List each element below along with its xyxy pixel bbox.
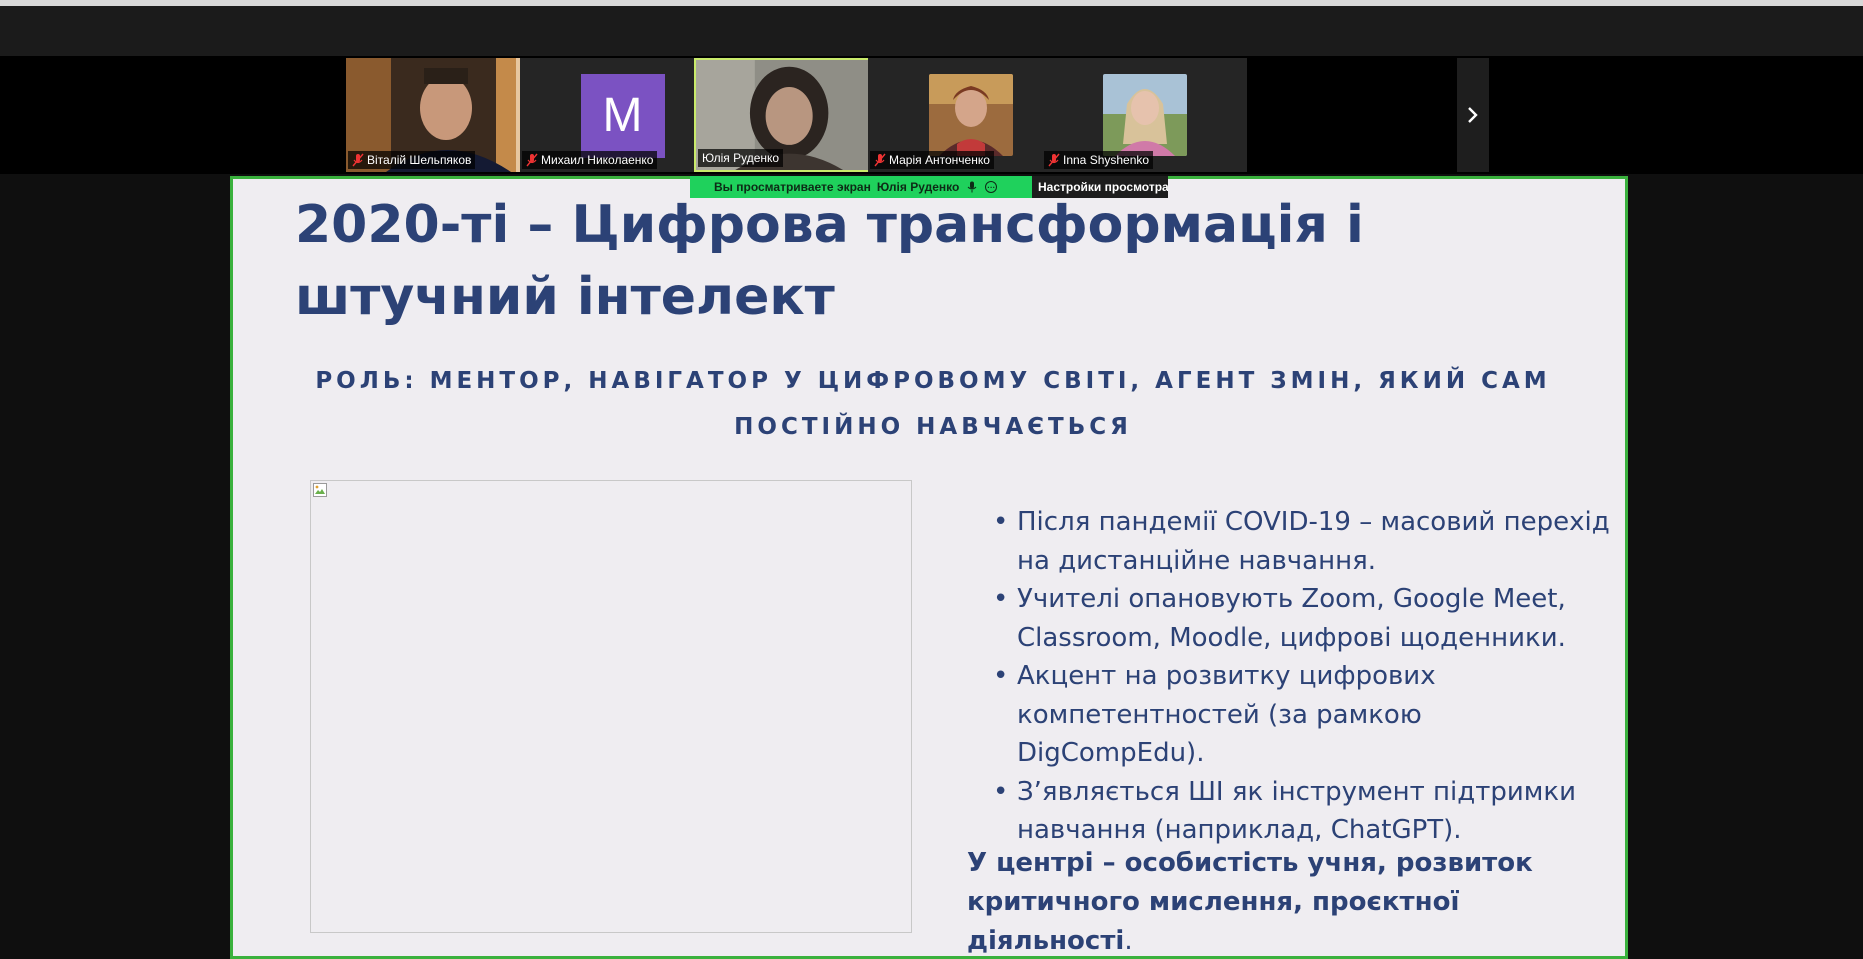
broken-image-placeholder	[310, 480, 912, 933]
avatar: M	[580, 74, 665, 158]
participant-name: Юлія Руденко	[702, 151, 780, 165]
participant-nameplate: Юлія Руденко	[698, 149, 784, 167]
meeting-top-bar	[0, 6, 1863, 56]
mic-muted-icon	[874, 153, 886, 167]
shared-screen: 2020-ті – Цифрова трансформація і штучни…	[230, 176, 1628, 959]
participant-tile[interactable]: Inna Shyshenko	[1042, 58, 1247, 172]
participant-nameplate: Михаил Николаенко	[522, 151, 658, 169]
participant-nameplate: Віталій Шельпяков	[348, 151, 476, 169]
participant-video	[1102, 74, 1187, 156]
mic-icon	[967, 181, 977, 193]
share-banner-text: Вы просматриваете экран	[714, 180, 871, 194]
slide-conclusion: У центрі – особистість учня, розвиток кр…	[967, 844, 1597, 956]
slide-title: 2020-ті – Цифрова трансформація і штучни…	[295, 195, 1364, 327]
participant-video	[928, 74, 1013, 156]
broken-image-icon	[313, 483, 327, 497]
more-options-icon[interactable]: ···	[985, 181, 998, 193]
slide-bullet: Акцент на розвитку цифрових компетентнос…	[993, 657, 1613, 773]
slide-bullet-list: Після пандемії COVID-19 – масовий перехі…	[993, 503, 1613, 850]
next-participants-button[interactable]	[1457, 58, 1489, 172]
slide-subtitle: РОЛЬ: МЕНТОР, НАВІГАТОР У ЦИФРОВОМУ СВІТ…	[315, 368, 1551, 440]
participant-name: Inna Shyshenko	[1063, 153, 1150, 167]
participant-name: Марія Антонченко	[889, 153, 990, 167]
participant-name: Михаил Николаенко	[541, 153, 654, 167]
share-banner-presenter: Юлія Руденко	[876, 180, 960, 194]
view-options-button[interactable]: Настройки просмотра	[1032, 176, 1168, 198]
slide-bullet: З’являється ШІ як інструмент підтримки н…	[993, 773, 1613, 850]
participant-strip: Віталій Шельпяков M Михаил Николаенко Юл…	[0, 56, 1863, 174]
slide-bullet: Учителі опановують Zoom, Google Meet, Cl…	[993, 580, 1613, 657]
participant-nameplate: Марія Антонченко	[870, 151, 994, 169]
screen-share-banner: Вы просматриваете экран Юлія Руденко ···…	[690, 176, 1168, 198]
slide-conclusion-text: У центрі – особистість учня, розвиток кр…	[967, 848, 1533, 956]
mic-muted-icon	[1048, 153, 1060, 167]
participant-nameplate: Inna Shyshenko	[1044, 151, 1154, 169]
mic-muted-icon	[526, 153, 538, 167]
mic-muted-icon	[352, 153, 364, 167]
slide-conclusion-period: .	[1124, 926, 1133, 956]
participant-name: Віталій Шельпяков	[367, 153, 472, 167]
slide-bullet: Після пандемії COVID-19 – масовий перехі…	[993, 503, 1613, 580]
chevron-right-icon	[1468, 107, 1478, 123]
zoom-meeting-window: Віталій Шельпяков M Михаил Николаенко Юл…	[0, 0, 1863, 959]
